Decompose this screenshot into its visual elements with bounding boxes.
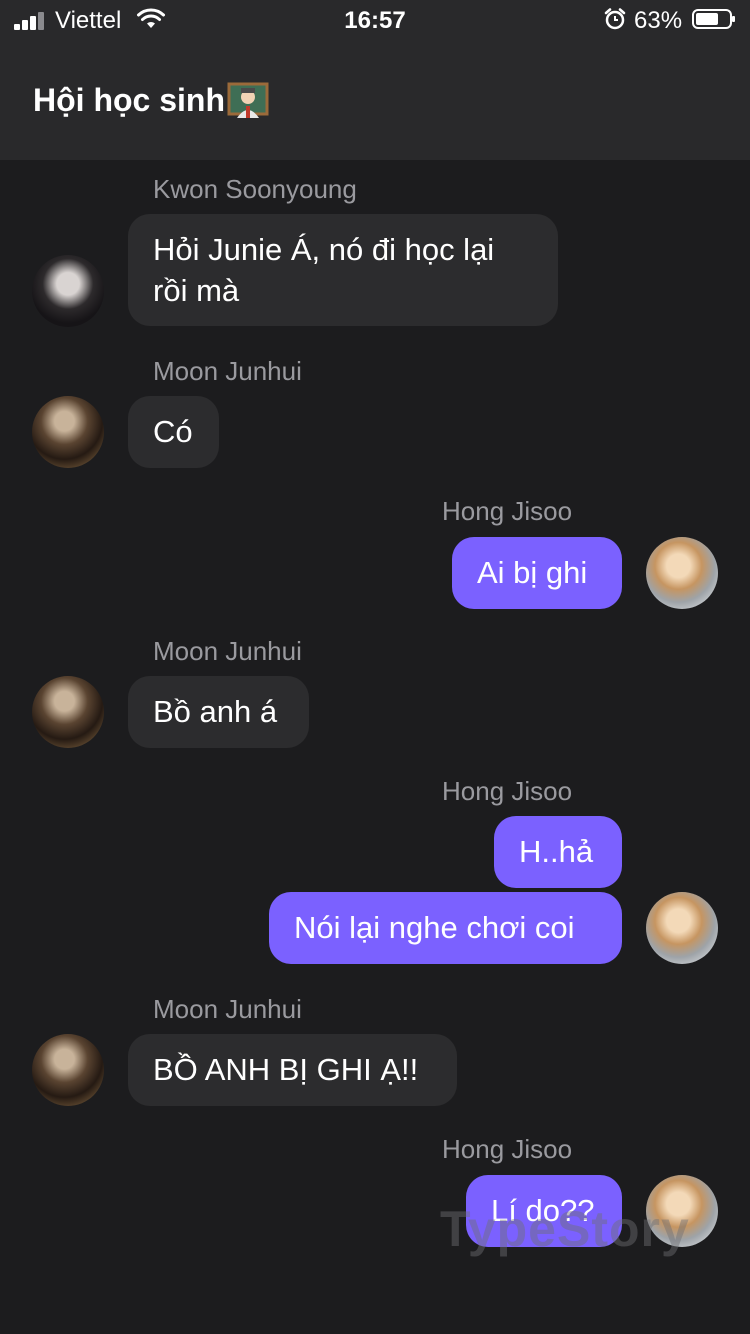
avatar-moon-junhui[interactable]: [32, 1034, 104, 1106]
chat-title: Hội học sinh: [33, 81, 225, 118]
battery-percentage: 63%: [634, 7, 683, 34]
teacher-emoji-icon: [227, 82, 269, 118]
avatar-moon-junhui[interactable]: [32, 396, 104, 468]
message-bubble-incoming[interactable]: Có: [128, 396, 219, 468]
sender-name: Moon Junhui: [153, 636, 302, 666]
chat-title-row[interactable]: Hội học sinh: [33, 80, 269, 120]
avatar-kwon-soonyoung[interactable]: [32, 255, 104, 327]
message-bubble-incoming[interactable]: Bồ anh á: [128, 676, 309, 748]
message-bubble-outgoing[interactable]: H..hả: [494, 816, 622, 888]
avatar-hong-jisoo[interactable]: [646, 537, 718, 609]
battery-icon: [692, 9, 735, 29]
avatar-moon-junhui[interactable]: [32, 676, 104, 748]
sender-name: Moon Junhui: [153, 994, 302, 1024]
status-bar: Viettel 16:57 63%: [0, 0, 750, 40]
message-bubble-outgoing[interactable]: Nói lại nghe chơi coi: [269, 892, 622, 964]
message-bubble-incoming[interactable]: BỒ ANH BỊ GHI Ạ!!: [128, 1034, 457, 1106]
sender-name: Hong Jisoo: [442, 1134, 573, 1164]
sender-name: Hong Jisoo: [442, 776, 573, 806]
alarm-icon: [604, 8, 626, 30]
avatar-hong-jisoo[interactable]: [646, 892, 718, 964]
sender-name: Moon Junhui: [153, 356, 302, 386]
sender-name: Kwon Soonyoung: [153, 174, 357, 204]
message-bubble-outgoing[interactable]: Ai bị ghi: [452, 537, 622, 609]
header: Viettel 16:57 63% Hội học sinh: [0, 0, 750, 160]
sender-name: Hong Jisoo: [442, 496, 573, 526]
message-bubble-incoming[interactable]: Hỏi Junie Á, nó đi học lại rồi mà: [128, 214, 558, 326]
watermark: TypeStory: [440, 1201, 690, 1257]
